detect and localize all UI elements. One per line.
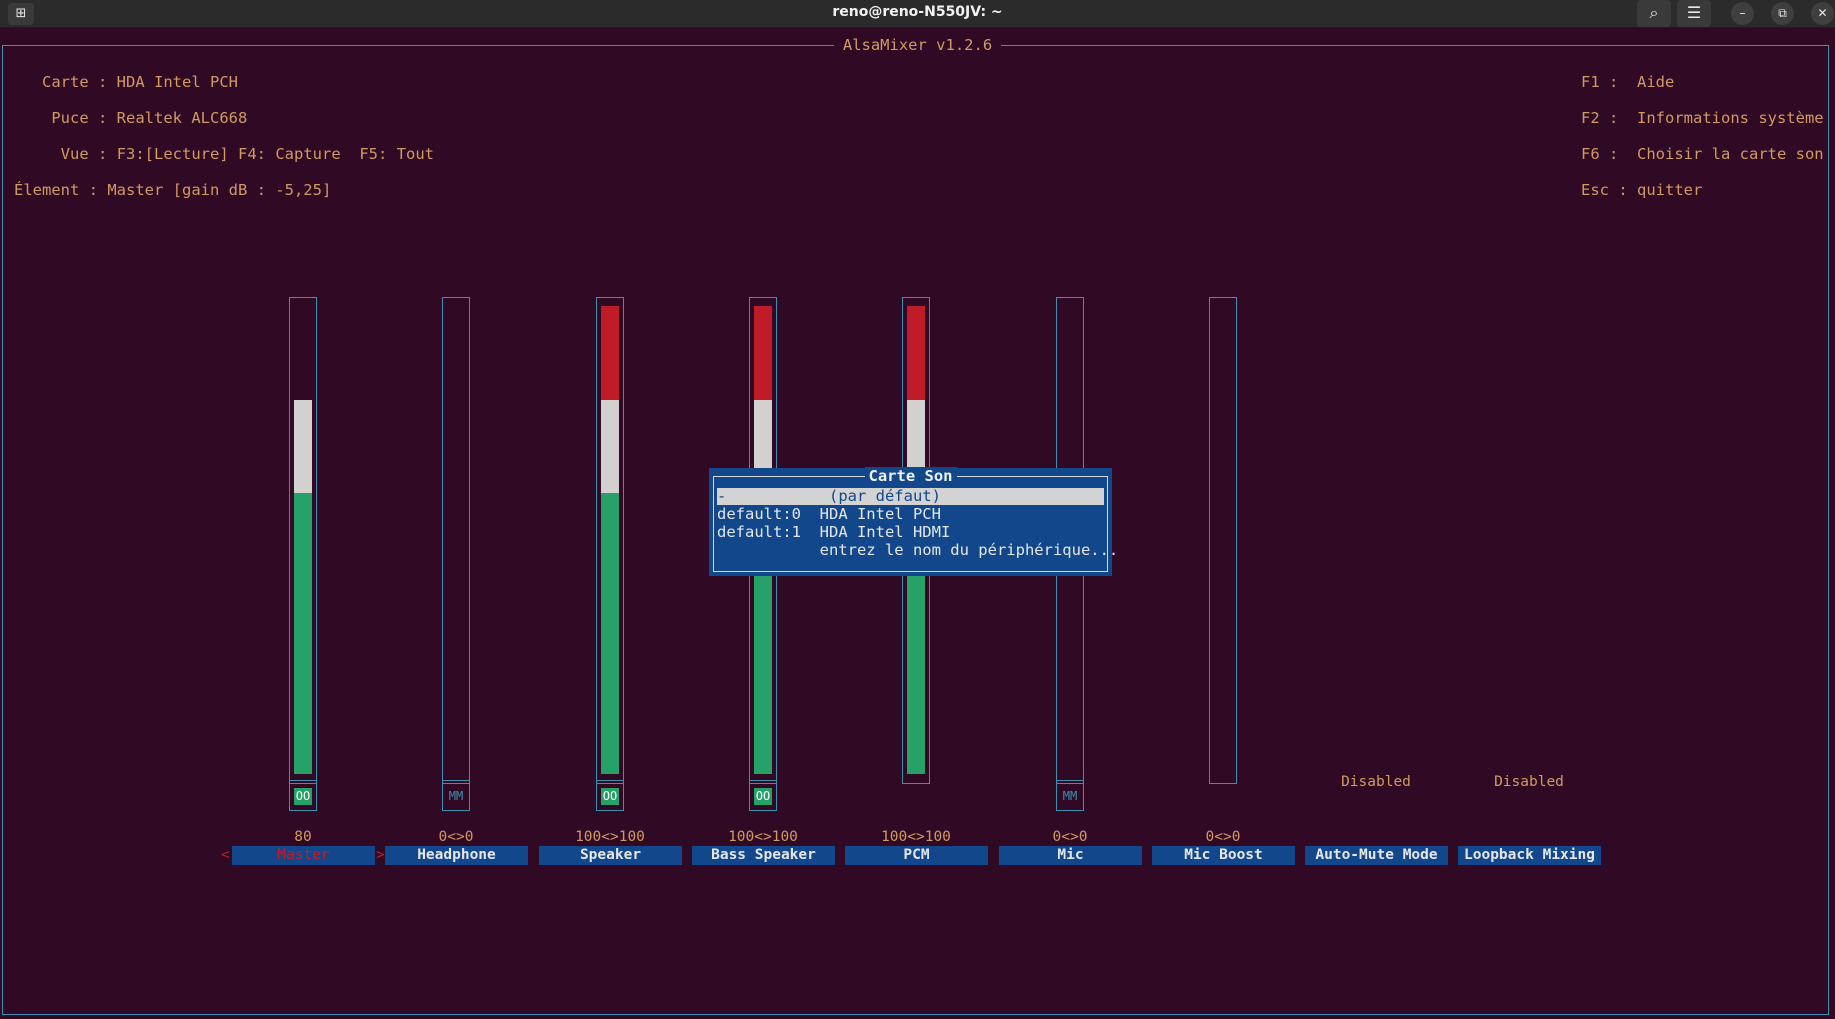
master-level-white [294, 399, 312, 494]
mic-label[interactable]: Mic [999, 846, 1142, 865]
master-fader[interactable] [289, 297, 317, 784]
speaker-fader[interactable] [596, 297, 624, 784]
headphone-mute-state: MM [448, 789, 464, 803]
dialog-title: Carte Son [709, 467, 1112, 485]
info-panel: Carte : HDA Intel PCH Puce : Realtek ALC… [14, 55, 434, 217]
mic-mute-state: MM [1062, 789, 1078, 803]
view-f3[interactable]: F3:[Lecture] [117, 145, 229, 163]
headphone-mute-toggle[interactable]: MM [442, 780, 470, 811]
help-panel: F1 : Aide F2 : Informations système F6 :… [1581, 55, 1824, 217]
selection-arrow-right: > [376, 847, 385, 863]
chip-value: Realtek ALC668 [116, 109, 248, 127]
sound-card-dialog: Carte Son - (par défaut) default:0 HDA I… [709, 467, 1119, 576]
minimize-button[interactable]: – [1731, 2, 1754, 25]
help-text: Choisir la carte son [1637, 145, 1824, 163]
bass-speaker-mute-state: OO [754, 788, 772, 805]
pcm-volume-value: 100<>100 [881, 829, 951, 845]
speaker-level-green [601, 493, 619, 774]
mic-boost-volume-value: 0<>0 [1205, 829, 1241, 845]
help-text: quitter [1637, 181, 1703, 199]
element-label: Élement : [14, 181, 98, 199]
bass-speaker-mute-toggle[interactable]: OO [749, 780, 777, 811]
help-text: Informations système [1637, 109, 1824, 127]
view-f5[interactable]: F5: Tout [359, 145, 434, 163]
window-title: reno@reno-N550JV: ~ [832, 4, 1003, 20]
pcm-label[interactable]: PCM [845, 846, 988, 865]
speaker-level-red [601, 306, 619, 400]
headphone-label[interactable]: Headphone [385, 846, 528, 865]
app-title: AlsaMixer v1.2.6 [0, 36, 1835, 54]
headphone-fader[interactable] [442, 297, 470, 784]
speaker-label[interactable]: Speaker [539, 846, 682, 865]
close-button[interactable]: ✕ [1811, 2, 1834, 25]
card-value: HDA Intel PCH [116, 73, 238, 91]
master-label[interactable]: Master [232, 846, 375, 865]
help-key: F2 : [1581, 109, 1619, 127]
mic-boost-fader[interactable] [1209, 297, 1237, 784]
speaker-mute-state: OO [601, 788, 619, 805]
master-volume-value: 80 [294, 829, 312, 845]
element-value: Master [gain dB : -5,25] [107, 181, 332, 199]
bass-speaker-level-red [754, 306, 772, 400]
mic-volume-value: 0<>0 [1052, 829, 1088, 845]
selection-arrow-left: < [221, 847, 230, 863]
speaker-level-white [601, 399, 619, 494]
mic-boost-label[interactable]: Mic Boost [1152, 846, 1295, 865]
help-key: F1 : [1581, 73, 1619, 91]
master-level-green [294, 493, 312, 774]
window-titlebar: ⊞ reno@reno-N550JV: ~ ⌕ ☰ – ⧉ ✕ [0, 0, 1835, 28]
search-icon[interactable]: ⌕ [1637, 0, 1671, 27]
dialog-item-default[interactable]: - (par défaut) [717, 488, 1104, 505]
dialog-item-card0[interactable]: default:0 HDA Intel PCH [717, 506, 1104, 523]
mic-mute-toggle[interactable]: MM [1056, 780, 1084, 811]
dialog-item-card1[interactable]: default:1 HDA Intel HDMI [717, 524, 1104, 541]
card-label: Carte : [42, 73, 108, 91]
auto-mute-mode-label[interactable]: Auto-Mute Mode [1305, 846, 1448, 865]
hamburger-menu-icon[interactable]: ☰ [1677, 0, 1711, 27]
view-f4[interactable]: F4: Capture [238, 145, 341, 163]
auto-mute-mode-value[interactable]: Disabled [1316, 774, 1436, 790]
chip-label: Puce : [51, 109, 108, 127]
speaker-mute-toggle[interactable]: OO [596, 780, 624, 811]
loopback-mixing-label[interactable]: Loopback Mixing [1458, 846, 1601, 865]
pcm-level-red [907, 306, 925, 400]
speaker-volume-value: 100<>100 [575, 829, 645, 845]
help-key: F6 : [1581, 145, 1619, 163]
headphone-volume-value: 0<>0 [438, 829, 474, 845]
bass-speaker-volume-value: 100<>100 [728, 829, 798, 845]
master-mute-toggle[interactable]: OO [289, 780, 317, 811]
view-label: Vue : [60, 145, 108, 163]
master-mute-state: OO [294, 788, 312, 805]
help-text: Aide [1637, 73, 1675, 91]
help-key: Esc : [1581, 181, 1628, 199]
loopback-mixing-value[interactable]: Disabled [1469, 774, 1589, 790]
maximize-button[interactable]: ⧉ [1771, 2, 1794, 25]
bass-speaker-label[interactable]: Bass Speaker [692, 846, 835, 865]
dialog-item-custom[interactable]: entrez le nom du périphérique... [717, 542, 1119, 559]
